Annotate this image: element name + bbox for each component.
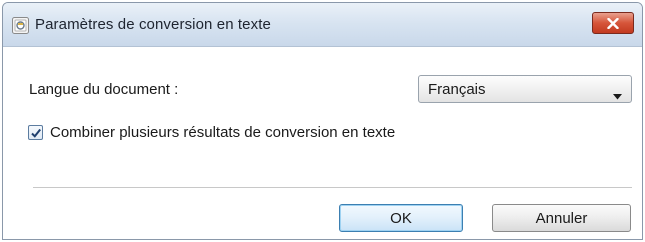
language-select-value: Français (428, 81, 486, 98)
separator (33, 187, 632, 189)
combine-results-checkbox[interactable] (28, 125, 43, 140)
app-icon (12, 17, 29, 34)
cancel-button[interactable]: Annuler (492, 204, 631, 232)
dialog-content: Langue du document : Français Combiner p… (3, 48, 642, 239)
close-button[interactable] (592, 12, 634, 34)
ok-button[interactable]: OK (339, 204, 463, 232)
language-select[interactable]: Français (418, 75, 632, 103)
close-icon (607, 17, 619, 29)
chevron-down-icon (613, 87, 622, 104)
dialog-window: Paramètres de conversion en texte Langue… (2, 2, 643, 240)
title-bar[interactable]: Paramètres de conversion en texte (3, 3, 642, 47)
language-label: Langue du document : (29, 81, 179, 98)
checkmark-icon (31, 128, 41, 138)
combine-results-label[interactable]: Combiner plusieurs résultats de conversi… (50, 124, 395, 141)
dialog-title: Paramètres de conversion en texte (35, 16, 271, 33)
